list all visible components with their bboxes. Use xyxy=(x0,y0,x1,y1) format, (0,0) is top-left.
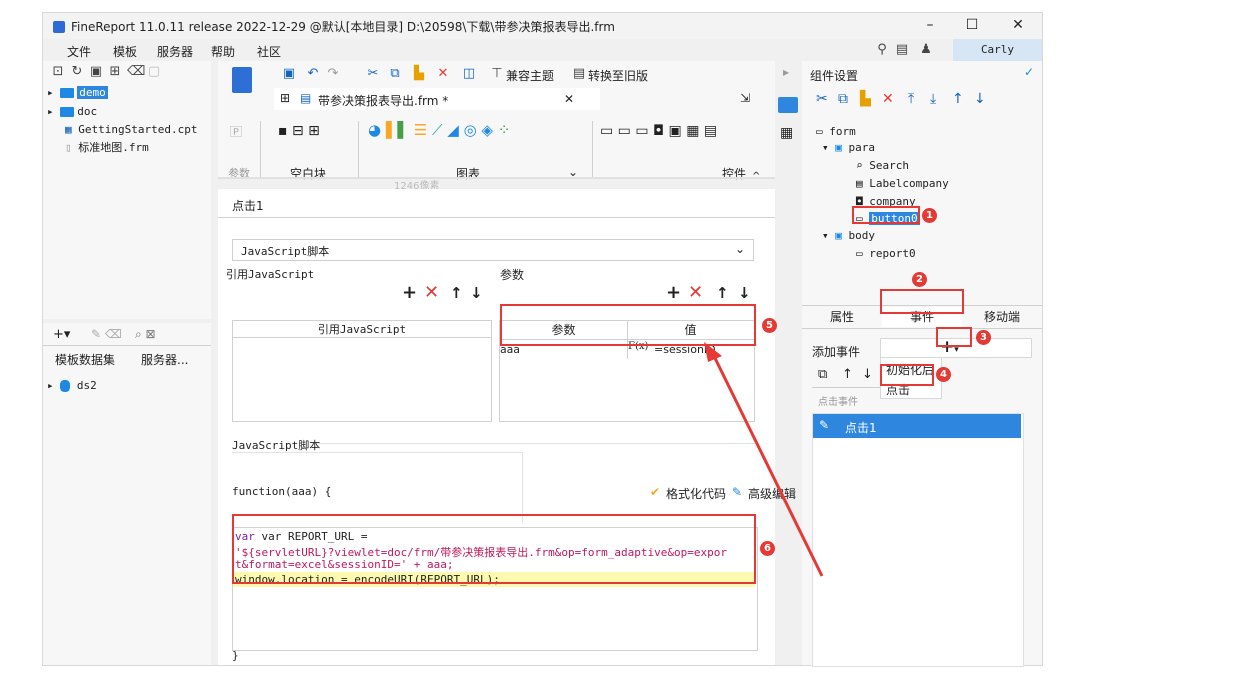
arrow-head xyxy=(704,342,722,362)
arrow-line xyxy=(710,351,824,577)
annotation-arrow xyxy=(704,342,824,577)
